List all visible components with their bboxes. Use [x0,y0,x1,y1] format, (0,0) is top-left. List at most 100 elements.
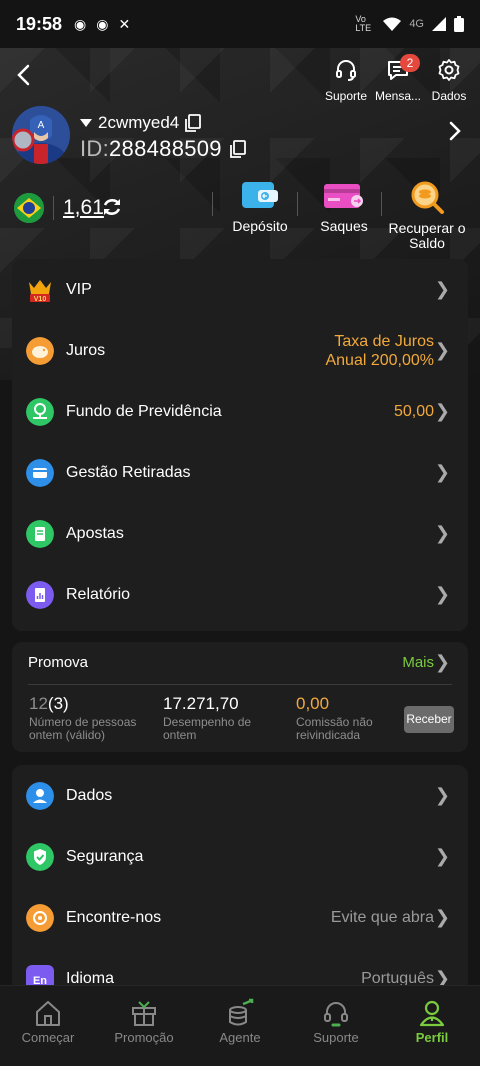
user-icon [26,781,54,810]
piggy-bank-icon [26,336,54,365]
nav-label: Suporte [313,1030,359,1045]
menu-item-label: Juros [66,341,106,359]
divider [212,192,213,216]
nav-item-suporte[interactable]: Suporte [288,986,384,1066]
nav-item-perfil[interactable]: Perfil [384,986,480,1066]
agent-coins-icon [229,998,254,1026]
copy-icon[interactable] [229,140,246,158]
chevron-right-icon: ❯ [434,340,450,360]
notification-icon: ◉ [74,15,87,32]
chevron-right-icon: ❯ [434,584,450,604]
menu-item-vip[interactable]: V10 VIP ❯ [12,259,468,320]
chevron-right-icon: ❯ [434,462,450,482]
people-count: 12 [29,694,48,713]
menu-item-encontre-nos[interactable]: Encontre-nos Evite que abra ❯ [12,887,468,948]
nav-item-promocao[interactable]: Promoção [96,986,192,1066]
username: 2cwmyed4 [98,113,180,132]
menu-item-juros[interactable]: Juros Taxa de Juros Anual 200,00% ❯ [12,320,468,381]
user-id-row: ID:288488509 [80,136,246,162]
coin-search-icon [411,181,444,214]
menu-item-label: Segurança [66,847,144,865]
chevron-right-icon: ❯ [434,401,450,421]
notification-icon: ◉ [96,15,109,32]
profile-icon [419,1000,445,1027]
support-label: Suporte [324,89,368,103]
divider [53,196,54,220]
recover-balance-label: Recuperar o Saldo [388,220,466,251]
account-menu-card: V10 VIP ❯ Juros Taxa de Juros Anual 200,… [12,259,468,631]
messages-button[interactable]: 2 Mensa... [370,54,426,103]
menu-item-label: Relatório [66,585,131,603]
battery-icon [454,16,464,32]
back-arrow-icon[interactable] [8,60,42,94]
chevron-right-icon[interactable]: ❯ [435,652,450,673]
vip-crown-icon: V10 [29,279,51,303]
card-withdraw-icon [324,184,363,208]
gift-icon [132,1001,156,1026]
menu-item-relatorio[interactable]: Relatório ❯ [12,564,468,625]
menu-item-gestao-retiradas[interactable]: Gestão Retiradas ❯ [12,442,468,503]
settings-label: Dados [431,89,467,103]
balance-amount[interactable]: 1,61 [63,196,104,220]
notification-icons: ◉ ◉ ✕ [74,16,130,33]
username-row: 2cwmyed4 [80,113,202,133]
chevron-right-icon: ❯ [434,523,450,543]
divider [297,192,298,216]
find-us-icon [26,903,54,932]
promo-card: Promova Mais ❯ 12(3) Número de pessoas o… [12,642,468,752]
menu-item-seguranca[interactable]: Segurança ❯ [12,826,468,887]
messages-badge: 2 [400,54,420,72]
nav-label: Promoção [114,1030,174,1045]
menu-item-label: Gestão Retiradas [66,463,191,481]
messages-label: Mensa... [374,89,422,103]
nav-item-comecar[interactable]: Começar [0,986,96,1066]
report-icon [26,580,54,609]
people-valid: (3) [47,694,69,713]
status-time: 19:58 [16,13,63,34]
profile-chevron-right-icon[interactable] [448,120,462,142]
user-id-value: 288488509 [109,136,222,161]
receive-button[interactable]: Receber [404,706,454,733]
support-button[interactable]: Suporte [318,58,374,103]
chevron-right-icon: ❯ [434,785,450,805]
svg-text:A: A [38,120,45,131]
nav-label: Começar [21,1030,75,1045]
divider [28,684,452,685]
withdraw-management-icon [26,458,54,487]
commission-value: 0,00 [296,694,330,713]
menu-item-dados[interactable]: Dados ❯ [12,765,468,826]
top-bar: Suporte 2 Mensa... Dados [0,54,480,103]
fund-icon [26,397,54,426]
chevron-right-icon: ❯ [434,279,450,299]
menu-item-label: Apostas [66,524,124,542]
deposit-button[interactable]: Depósito [222,180,298,234]
stat-people: 12(3) Número de pessoas ontem (válido) [29,694,159,742]
recover-balance-button[interactable]: Recuperar o Saldo [386,180,468,251]
interest-rate-value: Taxa de Juros Anual 200,00% [325,332,434,369]
menu-item-label: VIP [66,280,92,298]
promo-title: Promova [28,654,89,671]
copy-icon[interactable] [185,114,202,132]
commission-desc: Comissão não reivindicada [296,715,373,742]
stat-commission: 0,00 Comissão não reivindicada [296,694,396,742]
status-bar: 19:58 ◉ ◉ ✕ Vo LTE 4G [0,0,480,48]
menu-item-label: Fundo de Previdência [66,402,222,420]
settings-button[interactable]: Dados [421,58,477,103]
svg-text:V10: V10 [34,296,47,303]
nav-item-agente[interactable]: Agente [192,986,288,1066]
find-us-value: Evite que abra [330,908,434,926]
menu-item-apostas[interactable]: Apostas ❯ [12,503,468,564]
chevron-right-icon: ❯ [434,907,450,927]
avatar[interactable]: A [12,106,70,164]
menu-item-fundo-previdencia[interactable]: Fundo de Previdência 50,00 ❯ [12,381,468,442]
chevron-right-icon: ❯ [434,846,450,866]
refresh-icon[interactable] [101,196,123,218]
wallet-deposit-icon [242,182,278,208]
withdraw-button[interactable]: Saques [306,180,382,234]
divider [381,192,382,216]
settings-menu-card: Dados ❯ Segurança ❯ Encontre-nos Evite q… [12,765,468,995]
promo-more-link[interactable]: Mais [402,654,434,671]
people-desc: Número de pessoas ontem (válido) [29,715,137,742]
nav-label: Agente [219,1030,261,1045]
network-type: 4G [409,18,424,30]
